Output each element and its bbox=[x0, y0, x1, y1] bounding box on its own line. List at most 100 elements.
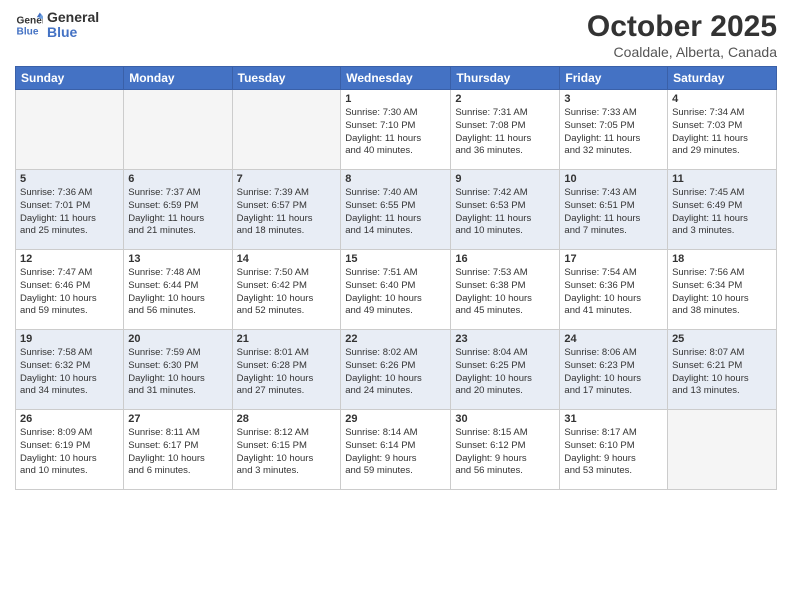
table-row: 30 Sunrise: 8:15 AM Sunset: 6:12 PM Dayli… bbox=[451, 410, 560, 490]
day-info: Sunrise: 8:04 AM Sunset: 6:25 PM Dayligh… bbox=[455, 347, 555, 398]
day-info: Sunrise: 7:51 AM Sunset: 6:40 PM Dayligh… bbox=[345, 267, 446, 318]
day-number: 26 bbox=[20, 413, 119, 425]
table-row: 31Sunrise: 8:17 AM Sunset: 6:10 PM Dayli… bbox=[560, 410, 668, 490]
table-row: 17Sunrise: 7:54 AM Sunset: 6:36 PM Dayli… bbox=[560, 250, 668, 330]
day-number: 29 bbox=[345, 413, 446, 425]
day-info: Sunrise: 7:59 AM Sunset: 6:30 PM Dayligh… bbox=[128, 347, 227, 398]
table-row: 14 Sunrise: 7:50 AM Sunset: 6:42 PM Dayli… bbox=[232, 250, 341, 330]
day-number: 25 bbox=[672, 333, 772, 345]
day-number: 31 bbox=[564, 413, 663, 425]
logo: General Blue General Blue bbox=[15, 10, 99, 41]
svg-text:Blue: Blue bbox=[17, 27, 39, 38]
table-row: 11 Sunrise: 7:45 AM Sunset: 6:49 PM Dayli… bbox=[668, 170, 777, 250]
day-info: Sunrise: 8:09 AM Sunset: 6:19 PM Dayligh… bbox=[20, 427, 119, 478]
day-number: 30 bbox=[455, 413, 555, 425]
table-row: 8 Sunrise: 7:40 AM Sunset: 6:55 PM Daylig… bbox=[341, 170, 451, 250]
col-sunday: Sunday bbox=[16, 67, 124, 90]
logo-general-text: General bbox=[47, 10, 99, 25]
day-number: 1 bbox=[345, 93, 446, 105]
day-number: 11 bbox=[672, 173, 772, 185]
day-number: 8 bbox=[345, 173, 446, 185]
logo-icon: General Blue bbox=[15, 11, 43, 39]
table-row: 12Sunrise: 7:47 AM Sunset: 6:46 PM Dayli… bbox=[16, 250, 124, 330]
day-number: 28 bbox=[237, 413, 337, 425]
table-row: 26 Sunrise: 8:09 AM Sunset: 6:19 PM Dayli… bbox=[16, 410, 124, 490]
col-wednesday: Wednesday bbox=[341, 67, 451, 90]
day-number: 3 bbox=[564, 93, 663, 105]
table-row: 22 Sunrise: 8:02 AM Sunset: 6:26 PM Dayli… bbox=[341, 330, 451, 410]
day-number: 4 bbox=[672, 93, 772, 105]
day-info: Sunrise: 7:34 AM Sunset: 7:03 PM Dayligh… bbox=[672, 107, 772, 158]
table-row: 18Sunrise: 7:56 AM Sunset: 6:34 PM Dayli… bbox=[668, 250, 777, 330]
day-number: 22 bbox=[345, 333, 446, 345]
day-number: 16 bbox=[455, 253, 555, 265]
day-info: Sunrise: 8:01 AM Sunset: 6:28 PM Dayligh… bbox=[237, 347, 337, 398]
page-header: General Blue General Blue October 2025 C… bbox=[15, 10, 777, 60]
calendar-week-row: 26 Sunrise: 8:09 AM Sunset: 6:19 PM Dayli… bbox=[16, 410, 777, 490]
table-row bbox=[124, 90, 232, 170]
table-row: 19 Sunrise: 7:58 AM Sunset: 6:32 PM Dayli… bbox=[16, 330, 124, 410]
day-info: Sunrise: 7:47 AM Sunset: 6:46 PM Dayligh… bbox=[20, 267, 119, 318]
day-number: 27 bbox=[128, 413, 227, 425]
day-info: Sunrise: 7:48 AM Sunset: 6:44 PM Dayligh… bbox=[128, 267, 227, 318]
day-info: Sunrise: 8:02 AM Sunset: 6:26 PM Dayligh… bbox=[345, 347, 446, 398]
col-saturday: Saturday bbox=[668, 67, 777, 90]
table-row bbox=[16, 90, 124, 170]
day-number: 13 bbox=[128, 253, 227, 265]
table-row: 4 Sunrise: 7:34 AM Sunset: 7:03 PM Daylig… bbox=[668, 90, 777, 170]
day-info: Sunrise: 7:53 AM Sunset: 6:38 PM Dayligh… bbox=[455, 267, 555, 318]
day-info: Sunrise: 8:06 AM Sunset: 6:23 PM Dayligh… bbox=[564, 347, 663, 398]
calendar-week-row: 5Sunrise: 7:36 AM Sunset: 7:01 PM Daylig… bbox=[16, 170, 777, 250]
day-info: Sunrise: 7:58 AM Sunset: 6:32 PM Dayligh… bbox=[20, 347, 119, 398]
table-row: 3 Sunrise: 7:33 AM Sunset: 7:05 PM Daylig… bbox=[560, 90, 668, 170]
col-thursday: Thursday bbox=[451, 67, 560, 90]
location: Coaldale, Alberta, Canada bbox=[587, 44, 777, 60]
table-row: 6 Sunrise: 7:37 AM Sunset: 6:59 PM Daylig… bbox=[124, 170, 232, 250]
table-row: 2 Sunrise: 7:31 AM Sunset: 7:08 PM Daylig… bbox=[451, 90, 560, 170]
table-row: 13 Sunrise: 7:48 AM Sunset: 6:44 PM Dayli… bbox=[124, 250, 232, 330]
day-info: Sunrise: 7:33 AM Sunset: 7:05 PM Dayligh… bbox=[564, 107, 663, 158]
day-number: 15 bbox=[345, 253, 446, 265]
table-row: 5Sunrise: 7:36 AM Sunset: 7:01 PM Daylig… bbox=[16, 170, 124, 250]
day-number: 9 bbox=[455, 173, 555, 185]
table-row: 27 Sunrise: 8:11 AM Sunset: 6:17 PM Dayli… bbox=[124, 410, 232, 490]
title-area: October 2025 Coaldale, Alberta, Canada bbox=[587, 10, 777, 60]
calendar-week-row: 1Sunrise: 7:30 AM Sunset: 7:10 PM Daylig… bbox=[16, 90, 777, 170]
day-number: 21 bbox=[237, 333, 337, 345]
table-row: 25 Sunrise: 8:07 AM Sunset: 6:21 PM Dayli… bbox=[668, 330, 777, 410]
table-row: 21 Sunrise: 8:01 AM Sunset: 6:28 PM Dayli… bbox=[232, 330, 341, 410]
day-info: Sunrise: 7:37 AM Sunset: 6:59 PM Dayligh… bbox=[128, 187, 227, 238]
table-row: 28Sunrise: 8:12 AM Sunset: 6:15 PM Dayli… bbox=[232, 410, 341, 490]
day-info: Sunrise: 7:54 AM Sunset: 6:36 PM Dayligh… bbox=[564, 267, 663, 318]
day-number: 2 bbox=[455, 93, 555, 105]
day-number: 19 bbox=[20, 333, 119, 345]
day-info: Sunrise: 7:50 AM Sunset: 6:42 PM Dayligh… bbox=[237, 267, 337, 318]
day-info: Sunrise: 7:45 AM Sunset: 6:49 PM Dayligh… bbox=[672, 187, 772, 238]
day-info: Sunrise: 7:31 AM Sunset: 7:08 PM Dayligh… bbox=[455, 107, 555, 158]
col-tuesday: Tuesday bbox=[232, 67, 341, 90]
table-row: 10Sunrise: 7:43 AM Sunset: 6:51 PM Dayli… bbox=[560, 170, 668, 250]
day-info: Sunrise: 8:07 AM Sunset: 6:21 PM Dayligh… bbox=[672, 347, 772, 398]
day-info: Sunrise: 7:39 AM Sunset: 6:57 PM Dayligh… bbox=[237, 187, 337, 238]
calendar-week-row: 12Sunrise: 7:47 AM Sunset: 6:46 PM Dayli… bbox=[16, 250, 777, 330]
day-info: Sunrise: 8:14 AM Sunset: 6:14 PM Dayligh… bbox=[345, 427, 446, 478]
day-info: Sunrise: 8:11 AM Sunset: 6:17 PM Dayligh… bbox=[128, 427, 227, 478]
month-title: October 2025 bbox=[587, 10, 777, 44]
table-row: 16 Sunrise: 7:53 AM Sunset: 6:38 PM Dayli… bbox=[451, 250, 560, 330]
table-row: 24 Sunrise: 8:06 AM Sunset: 6:23 PM Dayli… bbox=[560, 330, 668, 410]
table-row: 29 Sunrise: 8:14 AM Sunset: 6:14 PM Dayli… bbox=[341, 410, 451, 490]
table-row bbox=[232, 90, 341, 170]
table-row: 23 Sunrise: 8:04 AM Sunset: 6:25 PM Dayli… bbox=[451, 330, 560, 410]
table-row bbox=[668, 410, 777, 490]
table-row: 9Sunrise: 7:42 AM Sunset: 6:53 PM Daylig… bbox=[451, 170, 560, 250]
calendar-table: Sunday Monday Tuesday Wednesday Thursday… bbox=[15, 66, 777, 490]
day-number: 6 bbox=[128, 173, 227, 185]
day-number: 23 bbox=[455, 333, 555, 345]
col-friday: Friday bbox=[560, 67, 668, 90]
day-info: Sunrise: 8:15 AM Sunset: 6:12 PM Dayligh… bbox=[455, 427, 555, 478]
day-info: Sunrise: 7:40 AM Sunset: 6:55 PM Dayligh… bbox=[345, 187, 446, 238]
day-number: 7 bbox=[237, 173, 337, 185]
day-number: 24 bbox=[564, 333, 663, 345]
day-number: 10 bbox=[564, 173, 663, 185]
day-number: 14 bbox=[237, 253, 337, 265]
